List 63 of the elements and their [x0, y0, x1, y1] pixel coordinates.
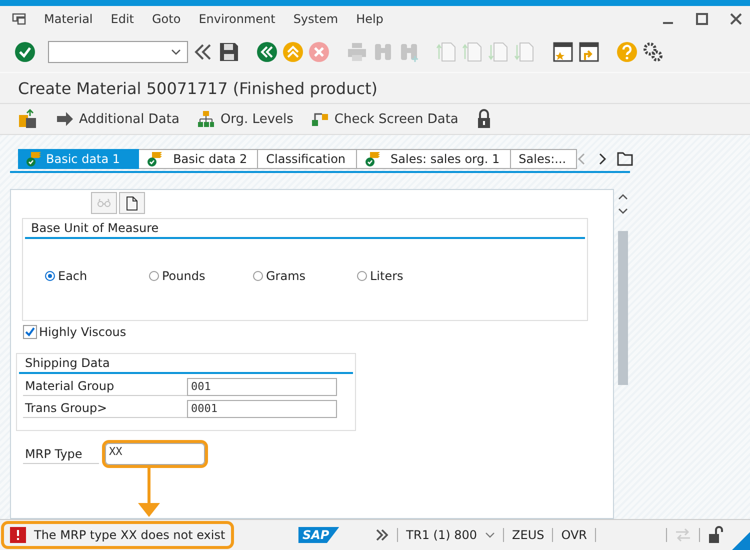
folder-icon[interactable]: [617, 152, 633, 166]
radio-option[interactable]: Grams: [253, 269, 357, 283]
hierarchy-icon: [197, 110, 216, 128]
status-check-icon: [26, 151, 42, 167]
checkmark-icon: [24, 326, 36, 338]
scrollbar-thumb[interactable]: [618, 231, 628, 385]
tab[interactable]: Basic data 2: [139, 149, 258, 169]
tab[interactable]: Classification: [258, 149, 357, 169]
tab[interactable]: Sales:...: [510, 149, 578, 169]
settings-icon[interactable]: [642, 41, 664, 63]
callout-arrow: [137, 466, 161, 518]
checkbox[interactable]: Highly Viscous: [23, 325, 126, 339]
input-field[interactable]: 001: [187, 378, 337, 396]
status-text: The MRP type XX does not exist: [34, 528, 226, 542]
field-label: Material Group: [23, 377, 187, 396]
document-button[interactable]: [119, 192, 145, 214]
radio-option[interactable]: Liters: [357, 269, 461, 283]
group-title: Shipping Data: [25, 356, 110, 370]
dropdown-caret-icon[interactable]: [485, 532, 496, 538]
scroll-up-icon[interactable]: [618, 193, 628, 201]
double-chevron-right-icon[interactable]: [375, 529, 390, 541]
glasses-icon: [97, 198, 111, 208]
menu-icon[interactable]: [12, 13, 26, 25]
toolbar-button[interactable]: Check Screen Data: [311, 110, 458, 128]
input-field[interactable]: XX: [105, 443, 205, 465]
logo: SAP: [298, 527, 340, 543]
lock-open-icon[interactable]: [708, 526, 724, 544]
menu-item[interactable]: Help: [356, 12, 384, 26]
status-check-icon: [364, 151, 381, 167]
system-info[interactable]: TR1 (1) 800: [406, 528, 478, 542]
chevron-right-icon[interactable]: [597, 153, 607, 165]
input-field[interactable]: 0001: [187, 400, 337, 418]
group-title: Base Unit of Measure: [31, 221, 159, 235]
error-icon: [10, 527, 26, 543]
user-name: ZEUS: [512, 528, 544, 542]
lock-icon[interactable]: [476, 109, 492, 129]
menu-item[interactable]: Material: [44, 12, 93, 26]
tab[interactable]: Sales: sales org. 1: [356, 149, 511, 169]
save-icon[interactable]: [218, 41, 240, 63]
field-label: Trans Group>: [23, 399, 187, 418]
document-icon: [126, 196, 138, 210]
screen-title: Create Material 50071717 (Finished product): [18, 78, 378, 98]
dropdown-caret-icon: [171, 49, 181, 55]
views-icon[interactable]: [18, 109, 38, 129]
resize-corner-icon[interactable]: [732, 532, 750, 550]
status-check-icon: [147, 151, 164, 167]
command-field[interactable]: [48, 41, 188, 63]
arrow-right-icon: [56, 110, 74, 128]
menu-item[interactable]: Environment: [198, 12, 276, 26]
toolbar-button[interactable]: Additional Data: [56, 110, 180, 128]
menu-item[interactable]: Edit: [110, 12, 134, 26]
menu-item[interactable]: Goto: [152, 12, 181, 26]
scroll-down-icon[interactable]: [618, 207, 628, 215]
insert-mode[interactable]: OVR: [561, 528, 587, 542]
radio-option[interactable]: Pounds: [149, 269, 253, 283]
field-label: MRP Type: [23, 444, 99, 464]
toolbar-button[interactable]: Org. Levels: [197, 110, 294, 128]
radio-option[interactable]: Each: [45, 269, 149, 283]
menu-item[interactable]: System: [293, 12, 338, 26]
check-circle-icon[interactable]: [14, 41, 36, 63]
close-icon[interactable]: [730, 13, 742, 25]
maximize-icon[interactable]: [696, 13, 708, 25]
back-arrows-icon[interactable]: [256, 41, 278, 63]
